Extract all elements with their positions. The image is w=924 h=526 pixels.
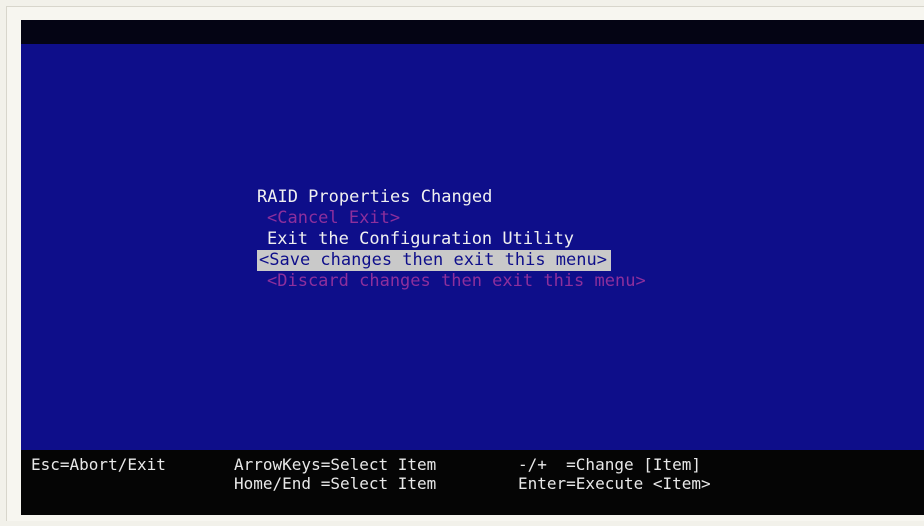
bios-screen: RAID Properties Changed <Cancel Exit> Ex… [21, 20, 924, 515]
help-change: -/+ =Change [Item] [518, 455, 702, 474]
help-bar: Esc=Abort/Exit ArrowKeys=Select Item Hom… [21, 450, 924, 515]
discard-exit-option[interactable]: <Discard changes then exit this menu> [267, 271, 646, 292]
save-exit-option[interactable]: <Save changes then exit this menu> [257, 250, 611, 271]
cancel-exit-option[interactable]: <Cancel Exit> [267, 208, 646, 229]
exit-dialog: RAID Properties Changed <Cancel Exit> Ex… [257, 187, 646, 292]
dialog-title: RAID Properties Changed [257, 187, 493, 207]
help-esc: Esc=Abort/Exit [31, 455, 166, 474]
help-enter: Enter=Execute <Item> [518, 474, 711, 493]
top-bar [21, 20, 924, 44]
exit-utility-label: Exit the Configuration Utility [267, 229, 575, 249]
help-arrow-keys: ArrowKeys=Select Item [234, 455, 437, 474]
help-home-end: Home/End =Select Item [234, 474, 437, 493]
